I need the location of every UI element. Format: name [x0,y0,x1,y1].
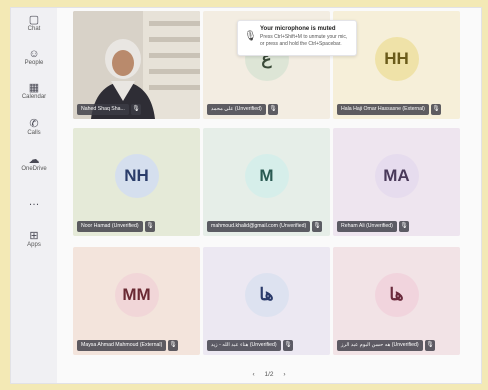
rail-item-label: People [24,60,44,66]
rail-item-label: Calls [27,130,41,136]
mic-muted-icon: 🎙 [145,221,155,232]
rail-item-more[interactable]: … [11,196,57,208]
rail-item-label: Chat [27,26,41,32]
rail-item-apps[interactable]: ⊞ Apps [11,230,57,249]
participant-tile[interactable]: Mmahmoud.khalid@gmail.com (Unverified) 🎙 [203,128,330,236]
previous-page-button[interactable]: ‹ [252,371,254,378]
rail-item-label: Calendar [21,94,47,100]
mic-muted-notification: 🎙 Your microphone is muted Press Ctrl+Shif… [237,20,357,56]
avatar: ها [374,272,419,317]
participant-tile[interactable]: ها هه حسن البوم عبد الرز (Unverified) 🎙 [333,247,460,355]
rail-item-label: OneDrive [21,166,47,172]
rail-item-chat[interactable]: ▢ Chat [11,14,57,33]
avatar: M [244,153,289,198]
mic-muted-icon: 🎙 [131,104,141,115]
participant-name: هه حسن البوم عبد الرز (Unverified) [337,340,423,351]
pagination: ‹ 1/2 › [57,371,481,378]
avatar: MM [114,272,159,317]
participant-video [73,11,200,119]
mic-muted-icon: 🎙 [425,340,435,351]
rail-item-onedrive[interactable]: ☁ OneDrive [11,154,57,173]
participant-name: Maysa Ahmad Mahmoud (External) [77,340,167,351]
participant-name: علي محمد (Unverified) [207,104,266,115]
participant-name: Reham Ali (Unverified) [337,221,397,232]
mic-muted-icon: 🎙 [168,340,178,351]
mic-muted-icon: 🎙 [283,340,293,351]
participant-name: Nahed Shaq Sha... [77,104,129,115]
participant-tile[interactable]: MM Maysa Ahmad Mahmoud (External) 🎙 [73,247,200,355]
participant-name: Noor Hamad (Unverified) [77,221,143,232]
teams-window: ▢ Chat ☺ People ▦ Calendar ✆ Calls ☁ OneDrive … ⊞ Ap… [10,7,482,384]
apps-icon: ⊞ [29,230,39,242]
app-rail: ▢ Chat ☺ People ▦ Calendar ✆ Calls ☁ OneDrive … ⊞ Ap… [11,8,58,383]
participant-tile[interactable]: Nahed Shaq Sha... 🎙 [73,11,200,119]
onedrive-icon: ☁ [28,154,40,166]
calendar-icon: ▦ [28,82,40,94]
rail-item-calendar[interactable]: ▦ Calendar [11,82,57,101]
mic-off-icon: 🎙 [244,31,257,42]
next-page-button[interactable]: › [283,371,285,378]
participant-tile[interactable]: NH Noor Hamad (Unverified) 🎙 [73,128,200,236]
notification-title: Your microphone is muted [260,26,336,32]
participant-name: هناء عبد الله - زيد (Unverified) [207,340,281,351]
rail-item-calls[interactable]: ✆ Calls [11,118,57,137]
avatar: NH [114,153,159,198]
avatar: HH [374,36,419,81]
call-icon: ✆ [29,118,39,130]
mic-muted-icon: 🎙 [312,221,322,232]
notification-body: Press Ctrl+Shift+M to unmute your mic, o… [260,34,348,47]
meeting-stage: ‹ 1/2 › Nahed Shaq Sha... 🎙 ع علي محمد (Unv… [57,8,481,383]
mic-muted-icon: 🎙 [431,104,441,115]
participant-name: mahmoud.khalid@gmail.com (Unverified) [207,221,311,232]
mic-muted-icon: 🎙 [399,221,409,232]
more-icon: … [28,196,40,208]
rail-item-people[interactable]: ☺ People [11,48,57,67]
participant-tile[interactable]: ها هناء عبد الله - زيد (Unverified) 🎙 [203,247,330,355]
avatar: MA [374,153,419,198]
people-icon: ☺ [28,48,40,60]
avatar: ها [244,272,289,317]
chat-icon: ▢ [28,14,40,26]
rail-item-label: Apps [27,242,41,248]
participant-name: Hala Haji Omar Hassasne (External) [337,104,429,115]
mic-muted-icon: 🎙 [268,104,278,115]
participant-tile[interactable]: MA Reham Ali (Unverified) 🎙 [333,128,460,236]
page-indicator: 1/2 [264,371,274,378]
